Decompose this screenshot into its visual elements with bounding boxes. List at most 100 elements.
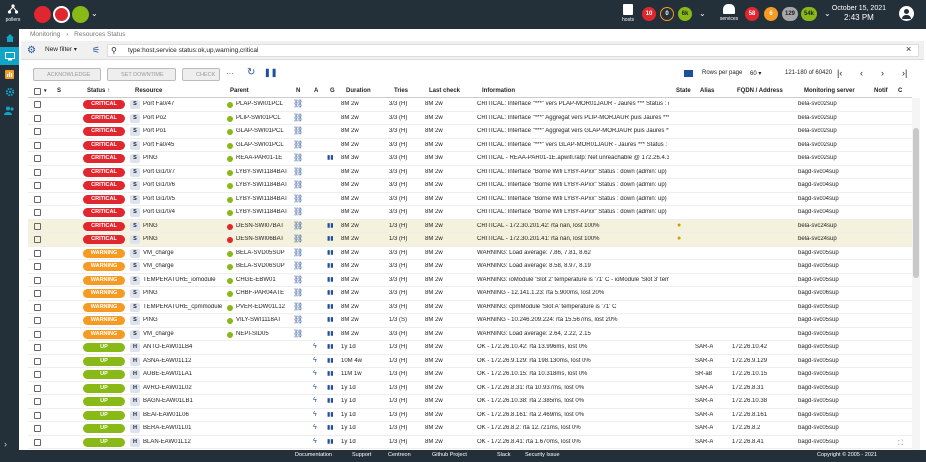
link-icon[interactable]: ⛓ [293,329,303,338]
header-last-check[interactable]: Last check [429,88,460,94]
header-notif[interactable]: Notif [874,88,888,94]
resource-name[interactable]: Port Po1 [143,128,225,134]
resource-name[interactable]: Port Gi1/0/7 [143,169,225,175]
row-checkbox[interactable] [34,195,41,203]
row-checkbox[interactable] [34,168,41,176]
graph-icon[interactable]: ▮▮ [327,384,334,391]
hosts-menu[interactable]: hosts [620,4,636,23]
parent-name[interactable]: GLAP-SWI01PCL [236,142,296,148]
user-avatar-icon[interactable] [899,6,914,21]
row-checkbox[interactable] [34,141,41,149]
row-checkbox[interactable] [34,263,41,270]
header-a[interactable]: A [314,88,318,94]
column-layout-icon[interactable] [684,70,693,77]
link-icon[interactable]: ⛓ [293,248,303,257]
graph-icon[interactable]: ▮▮ [327,370,334,377]
footer-link-support[interactable]: Support [352,452,371,458]
select-all-checkbox[interactable] [34,88,41,95]
header-duration[interactable]: Duration [346,88,371,94]
table-row[interactable]: CRITICAL S Port Gi1/0/4 LYBY-SWI1184BAT ⛓ 8M … [28,206,912,220]
footer-link-centreon[interactable]: Centreon [388,452,411,458]
table-row[interactable]: CRITICAL S PING DESN-SWI07BAT ⛓ ▮▮ 8M 2w 1/3 (H… [28,219,912,233]
row-checkbox[interactable] [34,114,41,122]
link-icon[interactable]: ⛓ [293,207,303,216]
row-checkbox[interactable] [34,290,41,297]
parent-name[interactable]: NEPI-SID05 [236,331,296,337]
table-row[interactable]: WARNING S VM_charge BELA-SVD05SUP ⛓ ▮▮ 8M 2w 3/… [28,247,912,260]
table-row[interactable]: UP H BERA-EAW01L01 ϟ ▮▮ 1y 1d 1/3 (H) 8M 2w OK -… [28,422,912,436]
row-checkbox[interactable] [34,128,41,135]
graph-icon[interactable]: ▮▮ [327,154,334,161]
row-checkbox[interactable] [34,384,41,392]
scrollbar-thumb[interactable] [913,128,919,278]
resource-name[interactable]: PING [143,317,225,323]
parent-name[interactable]: DESN-SWI07BAT [236,223,296,229]
parent-name[interactable]: REAA-PAR01-1E [236,155,296,161]
prev-page-icon[interactable]: ‹ [860,68,863,78]
resource-name[interactable]: VM_charge [143,250,225,256]
breadcrumb-resources-status[interactable]: Resources Status [74,31,125,38]
fullscreen-icon[interactable]: ⛶ [898,440,910,450]
row-checkbox[interactable] [34,411,41,419]
link-icon[interactable]: ⛓ [293,302,303,311]
row-checkbox[interactable] [34,357,41,365]
resource-name[interactable]: Port Gi1/0/6 [143,182,225,188]
services-critical-count[interactable]: 58 [745,7,759,21]
resource-name[interactable]: Port Po2 [143,115,225,121]
services-warning-count[interactable]: 6 [764,7,778,21]
graph-icon[interactable]: ▮▮ [327,316,334,323]
select-all-chevron-icon[interactable]: ▾ [44,88,47,94]
search-box[interactable]: ⚲ type:host,service status:ok,up,warning… [107,44,919,57]
refresh-icon[interactable]: ↻ [247,67,255,78]
table-row[interactable]: CRITICAL S PING REAA-PAR01-1E ⛓ ▮▮ 8M 3w 3/3 (H… [28,152,912,166]
services-ok-count[interactable]: 54k [801,7,818,21]
resource-name[interactable]: PING [143,223,225,229]
pollers-menu[interactable]: pollers [4,3,22,23]
link-icon[interactable]: ⛓ [293,261,303,270]
hosts-down-count[interactable]: 10 [642,7,656,21]
link-icon[interactable]: ⛓ [293,126,303,135]
resource-name[interactable]: AVRO-EAW01L02 [143,385,225,391]
parent-name[interactable]: CHGE-EBW01 [236,277,296,283]
filter-select[interactable]: New filter ▾ [45,46,77,53]
header-resource[interactable]: Resource [135,88,162,94]
parent-name[interactable]: LYBY-SWI1184BAT [236,182,296,188]
graph-icon[interactable]: ▮▮ [327,249,334,256]
sidebar-item-administration[interactable] [0,101,19,119]
table-row[interactable]: WARNING S PING VILY-SWI1118AT ⛓ ▮▮ 8M 2w 1/3 (S… [28,314,912,328]
resource-name[interactable]: ASNA-EAW01L12 [143,358,225,364]
table-row[interactable]: UP H AVRO-EAW01L02 ϟ ▮▮ 1y 1d 1/3 (H) 8M 2w OK -… [28,382,912,395]
graph-icon[interactable]: ▮▮ [327,424,334,431]
parent-name[interactable]: BELA-SVD06SUP [236,263,296,269]
parent-name[interactable]: LYBY-SWI1184BAT [236,169,296,175]
gauge-icon[interactable] [72,6,89,23]
graph-icon[interactable]: ▮▮ [327,438,334,445]
resource-name[interactable]: TEMPERATURE_iomodule [143,277,225,283]
graph-icon[interactable]: ▮▮ [327,262,334,269]
row-checkbox[interactable] [34,371,41,378]
link-icon[interactable]: ⛓ [293,167,303,176]
resource-name[interactable]: TEMPERATURE_cpmmodule [143,304,225,310]
parent-name[interactable]: PVER-EDW01L12 [236,304,296,310]
next-page-icon[interactable]: › [881,68,884,78]
row-checkbox[interactable] [34,330,41,338]
clear-search-icon[interactable]: × [906,44,911,54]
parent-name[interactable]: VILY-SWI1118AT [236,317,296,323]
header-status[interactable]: Status ↑ [87,88,110,94]
sidebar-item-configuration[interactable] [0,83,19,101]
resource-name[interactable]: PING [143,290,225,296]
table-row[interactable]: UP H BLAN-EAW01L12 ϟ ▮▮ 1y 1d 1/3 (H) 8M 2w OK -… [28,436,912,449]
footer-link-security[interactable]: Security Issue [525,452,560,458]
row-checkbox[interactable] [34,249,41,257]
database-icon[interactable] [34,6,51,23]
graph-icon[interactable]: ▮▮ [327,397,334,404]
link-icon[interactable]: ⛓ [293,275,303,284]
graph-icon[interactable]: ▮▮ [327,276,334,283]
row-checkbox[interactable] [34,182,41,189]
filter-tune-icon[interactable]: ⚟ [92,45,100,56]
more-actions-icon[interactable]: ··· [226,69,234,78]
row-checkbox[interactable] [34,155,41,162]
resource-name[interactable]: ANTO-EAW01LB4 [143,344,225,350]
table-row[interactable]: WARNING S VM_charge BELA-SVD06SUP ⛓ ▮▮ 8M 2w 3/… [28,260,912,274]
table-row[interactable]: UP H BAGN-EAW01LB1 ϟ ▮▮ 1y 1d 1/3 (H) 8M 2w OK -… [28,395,912,409]
